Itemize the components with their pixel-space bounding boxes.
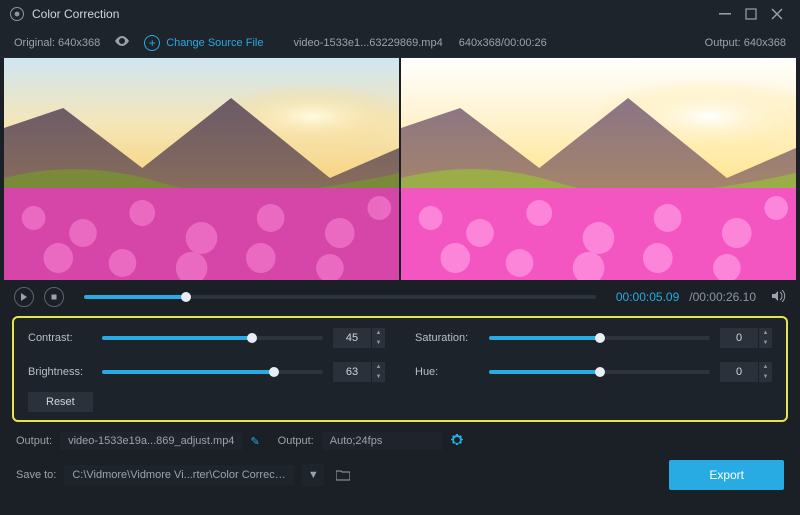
reset-button[interactable]: Reset bbox=[28, 392, 93, 412]
original-size-label: Original: 640x368 bbox=[14, 37, 100, 49]
saturation-slider[interactable] bbox=[489, 336, 710, 340]
preview-original bbox=[4, 58, 399, 280]
open-folder-button[interactable] bbox=[332, 464, 354, 486]
timeline-slider[interactable] bbox=[84, 295, 596, 299]
contrast-slider[interactable] bbox=[102, 336, 323, 340]
brightness-label: Brightness: bbox=[28, 366, 92, 378]
minimize-button[interactable] bbox=[712, 3, 738, 25]
settings-icon[interactable] bbox=[450, 433, 464, 450]
window-title: Color Correction bbox=[32, 7, 119, 21]
output-format-field: Auto;24fps bbox=[322, 432, 442, 450]
output-row: Output: video-1533e19a...869_adjust.mp4 … bbox=[0, 428, 800, 454]
close-button[interactable] bbox=[764, 3, 790, 25]
output-size-label: Output: 640x368 bbox=[705, 37, 786, 49]
output-label-2: Output: bbox=[278, 435, 314, 447]
time-total: /00:00:26.10 bbox=[689, 290, 756, 304]
change-source-label: Change Source File bbox=[166, 37, 263, 49]
change-source-button[interactable]: + Change Source File bbox=[144, 35, 263, 51]
preview-row bbox=[0, 58, 800, 280]
contrast-label: Contrast: bbox=[28, 332, 92, 344]
color-controls-panel: Contrast: 45▲▼ Saturation: 0▲▼ Brightnes… bbox=[12, 316, 788, 422]
hue-slider[interactable] bbox=[489, 370, 710, 374]
spin-up-icon: ▲ bbox=[372, 328, 385, 338]
save-row: Save to: C:\Vidmore\Vidmore Vi...rter\Co… bbox=[0, 454, 800, 498]
preview-output bbox=[401, 58, 796, 280]
export-button[interactable]: Export bbox=[669, 460, 784, 490]
brightness-control: Brightness: 63▲▼ bbox=[28, 362, 385, 382]
infobar: Original: 640x368 + Change Source File v… bbox=[0, 28, 800, 58]
hue-spinner[interactable]: 0▲▼ bbox=[720, 362, 772, 382]
source-meta: 640x368/00:00:26 bbox=[459, 37, 547, 49]
save-path-field: C:\Vidmore\Vidmore Vi...rter\Color Corre… bbox=[64, 465, 294, 485]
app-logo-icon bbox=[10, 7, 24, 21]
spin-down-icon: ▼ bbox=[372, 338, 385, 348]
path-dropdown-button[interactable]: ▼ bbox=[302, 464, 324, 486]
source-filename: video-1533e1...63229869.mp4 bbox=[293, 37, 442, 49]
edit-output-icon[interactable]: ✎ bbox=[250, 435, 259, 448]
volume-icon[interactable] bbox=[772, 290, 786, 305]
hue-control: Hue: 0▲▼ bbox=[415, 362, 772, 382]
output-file-field: video-1533e19a...869_adjust.mp4 bbox=[60, 432, 242, 450]
maximize-button[interactable] bbox=[738, 3, 764, 25]
saturation-control: Saturation: 0▲▼ bbox=[415, 328, 772, 348]
preview-toggle-icon[interactable] bbox=[114, 36, 130, 49]
saturation-spinner[interactable]: 0▲▼ bbox=[720, 328, 772, 348]
contrast-control: Contrast: 45▲▼ bbox=[28, 328, 385, 348]
output-label-1: Output: bbox=[16, 435, 52, 447]
stop-button[interactable] bbox=[44, 287, 64, 307]
saturation-label: Saturation: bbox=[415, 332, 479, 344]
play-button[interactable] bbox=[14, 287, 34, 307]
hue-label: Hue: bbox=[415, 366, 479, 378]
time-current: 00:00:05.09 bbox=[616, 290, 679, 304]
transport-bar: 00:00:05.09/00:00:26.10 bbox=[0, 280, 800, 314]
save-to-label: Save to: bbox=[16, 469, 56, 481]
titlebar: Color Correction bbox=[0, 0, 800, 28]
plus-icon: + bbox=[144, 35, 160, 51]
contrast-spinner[interactable]: 45▲▼ bbox=[333, 328, 385, 348]
brightness-spinner[interactable]: 63▲▼ bbox=[333, 362, 385, 382]
brightness-slider[interactable] bbox=[102, 370, 323, 374]
